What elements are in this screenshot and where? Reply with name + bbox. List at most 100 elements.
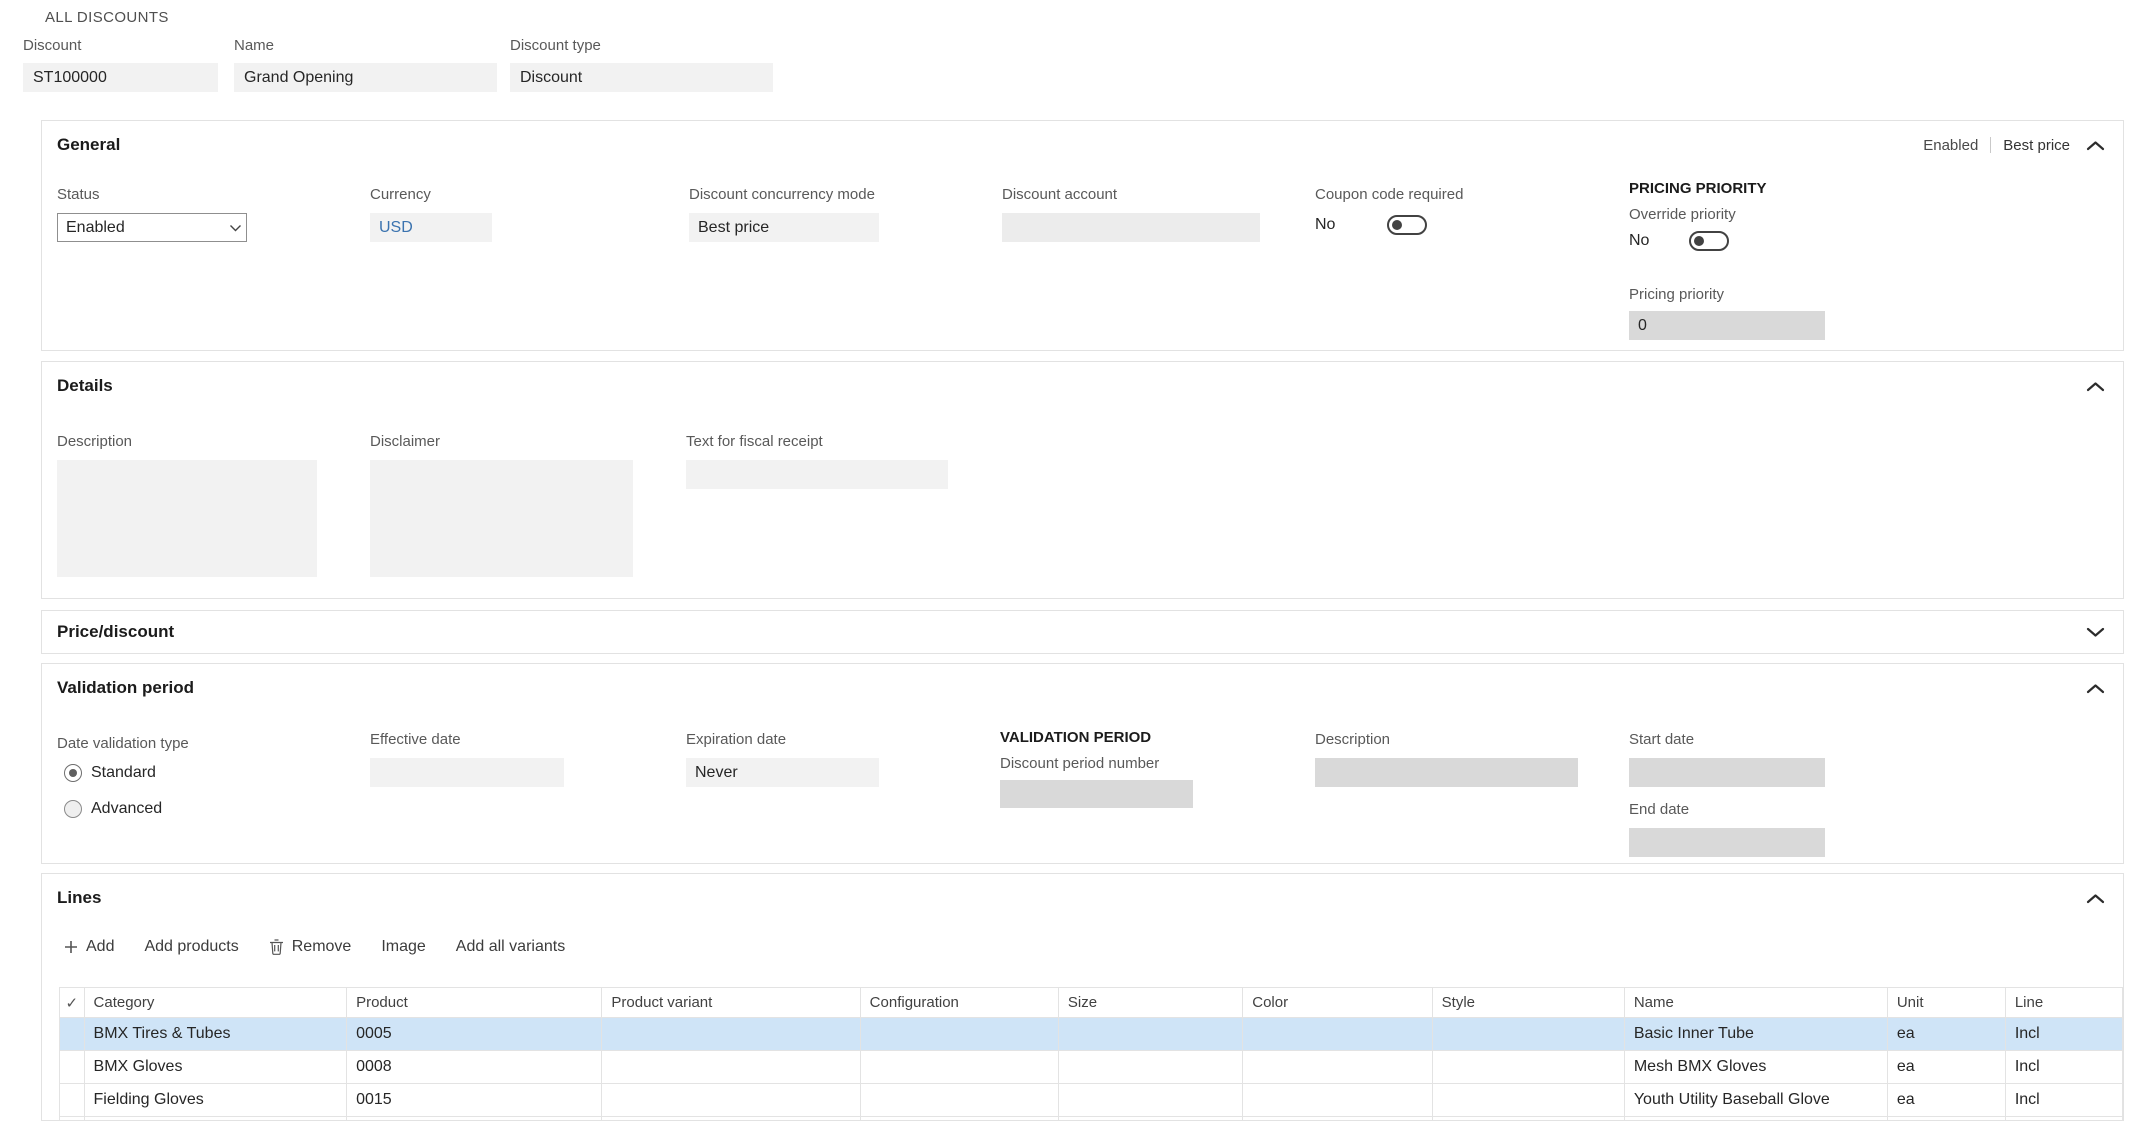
general-section-title[interactable]: General xyxy=(57,135,120,155)
cell-unit[interactable]: ea xyxy=(1886,1083,2006,1117)
radio-button-icon[interactable] xyxy=(64,800,82,818)
cell-line[interactable]: Incl xyxy=(2004,1017,2123,1051)
row-select-cell[interactable] xyxy=(59,1017,85,1051)
description-textarea[interactable] xyxy=(57,460,317,577)
cell-configuration[interactable] xyxy=(859,1050,1059,1084)
table-row[interactable]: BMX Tires & Tubes 0005 Basic Inner Tube ea I… xyxy=(59,1017,2123,1051)
cell-configuration[interactable] xyxy=(859,1017,1059,1051)
row-select-cell[interactable] xyxy=(59,1050,85,1084)
disclaimer-textarea[interactable] xyxy=(370,460,633,577)
period-description-field-group: Description xyxy=(1315,730,1578,787)
column-header[interactable]: Product xyxy=(346,987,603,1018)
cell-product-variant[interactable] xyxy=(601,1083,861,1117)
add-products-button[interactable]: Add products xyxy=(144,938,238,956)
select-all-column[interactable]: ✓ xyxy=(59,987,85,1018)
cell-category[interactable]: Fielding Gloves xyxy=(83,1083,348,1117)
cell-size[interactable] xyxy=(1057,1116,1244,1120)
cell-style[interactable] xyxy=(1431,1017,1625,1051)
cell-category[interactable]: BMX Gloves xyxy=(83,1050,348,1084)
discount-account-field[interactable] xyxy=(1002,213,1260,242)
table-row[interactable] xyxy=(59,1116,2123,1120)
table-row[interactable]: BMX Gloves 0008 Mesh BMX Gloves ea Incl xyxy=(59,1050,2123,1084)
collapse-section-button[interactable] xyxy=(2086,683,2105,694)
fiscal-receipt-field[interactable] xyxy=(686,460,948,489)
override-priority-toggle[interactable] xyxy=(1689,231,1730,251)
column-header[interactable]: Color xyxy=(1242,987,1433,1018)
validation-period-section-title[interactable]: Validation period xyxy=(57,678,194,698)
cell-line[interactable] xyxy=(2004,1116,2123,1120)
column-header[interactable]: Configuration xyxy=(859,987,1059,1018)
radio-advanced[interactable]: Advanced xyxy=(64,800,162,818)
collapse-section-button[interactable] xyxy=(2086,381,2105,392)
discount-id-field[interactable]: ST100000 xyxy=(23,63,218,92)
period-description-field[interactable] xyxy=(1315,758,1578,787)
cell-unit[interactable]: ea xyxy=(1886,1050,2006,1084)
cell-product-variant[interactable] xyxy=(601,1050,861,1084)
column-header[interactable]: Line xyxy=(2004,987,2123,1018)
column-header[interactable]: Category xyxy=(83,987,348,1018)
cell-name[interactable]: Basic Inner Tube xyxy=(1623,1017,1888,1051)
concurrency-field[interactable]: Best price xyxy=(689,213,879,242)
cell-style[interactable] xyxy=(1431,1050,1625,1084)
cell-name[interactable]: Mesh BMX Gloves xyxy=(1623,1050,1888,1084)
currency-field[interactable]: USD xyxy=(370,213,492,242)
cell-configuration[interactable] xyxy=(859,1116,1059,1120)
cell-style[interactable] xyxy=(1431,1116,1625,1120)
cell-name[interactable] xyxy=(1623,1116,1888,1120)
cell-unit[interactable]: ea xyxy=(1886,1017,2006,1051)
cell-category[interactable] xyxy=(83,1116,348,1120)
price-discount-section-title[interactable]: Price/discount xyxy=(57,622,174,642)
add-button[interactable]: Add xyxy=(64,938,114,956)
discount-name-field[interactable]: Grand Opening xyxy=(234,63,497,92)
column-header[interactable]: Size xyxy=(1057,987,1244,1018)
remove-button[interactable]: Remove xyxy=(269,938,351,956)
radio-standard[interactable]: Standard xyxy=(64,764,156,782)
coupon-toggle[interactable] xyxy=(1387,215,1428,235)
cell-size[interactable] xyxy=(1057,1050,1244,1084)
end-date-field[interactable] xyxy=(1629,828,1825,857)
effective-date-field[interactable] xyxy=(370,758,564,787)
radio-button-checked-icon[interactable] xyxy=(64,764,82,782)
column-header[interactable]: Product variant xyxy=(601,987,861,1018)
status-select[interactable]: Enabled xyxy=(57,213,247,242)
discount-type-field[interactable]: Discount xyxy=(510,63,773,92)
cell-style[interactable] xyxy=(1431,1083,1625,1117)
column-header[interactable]: Unit xyxy=(1886,987,2006,1018)
cell-configuration[interactable] xyxy=(859,1083,1059,1117)
discount-period-number-field[interactable] xyxy=(1000,780,1193,808)
collapse-section-button[interactable] xyxy=(2086,140,2105,151)
cell-color[interactable] xyxy=(1242,1017,1433,1051)
cell-color[interactable] xyxy=(1242,1116,1433,1120)
cell-size[interactable] xyxy=(1057,1083,1244,1117)
row-select-cell[interactable] xyxy=(59,1083,85,1117)
pricing-priority-field[interactable]: 0 xyxy=(1629,311,1825,340)
expand-section-button[interactable] xyxy=(2086,627,2105,638)
cell-product[interactable] xyxy=(346,1116,603,1120)
cell-product[interactable]: 0005 xyxy=(346,1017,603,1051)
image-button[interactable]: Image xyxy=(381,938,425,956)
cell-line[interactable]: Incl xyxy=(2004,1050,2123,1084)
cell-product-variant[interactable] xyxy=(601,1017,861,1051)
cell-name[interactable]: Youth Utility Baseball Glove xyxy=(1623,1083,1888,1117)
start-date-field[interactable] xyxy=(1629,758,1825,787)
column-header[interactable]: Style xyxy=(1431,987,1625,1018)
cell-product[interactable]: 0015 xyxy=(346,1083,603,1117)
cell-category[interactable]: BMX Tires & Tubes xyxy=(83,1017,348,1051)
cell-color[interactable] xyxy=(1242,1083,1433,1117)
column-header[interactable]: Name xyxy=(1623,987,1888,1018)
lines-section-title[interactable]: Lines xyxy=(57,888,101,908)
lines-toolbar: Add Add products Remove Image Add all va… xyxy=(64,938,565,956)
cell-line[interactable]: Incl xyxy=(2004,1083,2123,1117)
cell-size[interactable] xyxy=(1057,1017,1244,1051)
details-section-title[interactable]: Details xyxy=(57,376,113,396)
cell-product[interactable]: 0008 xyxy=(346,1050,603,1084)
cell-color[interactable] xyxy=(1242,1050,1433,1084)
cell-unit[interactable] xyxy=(1886,1116,2006,1120)
breadcrumb[interactable]: ALL DISCOUNTS xyxy=(45,9,169,26)
table-row[interactable]: Fielding Gloves 0015 Youth Utility Basebal… xyxy=(59,1083,2123,1117)
collapse-section-button[interactable] xyxy=(2086,893,2105,904)
add-all-variants-button[interactable]: Add all variants xyxy=(456,938,565,956)
row-select-cell[interactable] xyxy=(59,1116,85,1120)
expiration-date-field[interactable]: Never xyxy=(686,758,879,787)
cell-product-variant[interactable] xyxy=(601,1116,861,1120)
